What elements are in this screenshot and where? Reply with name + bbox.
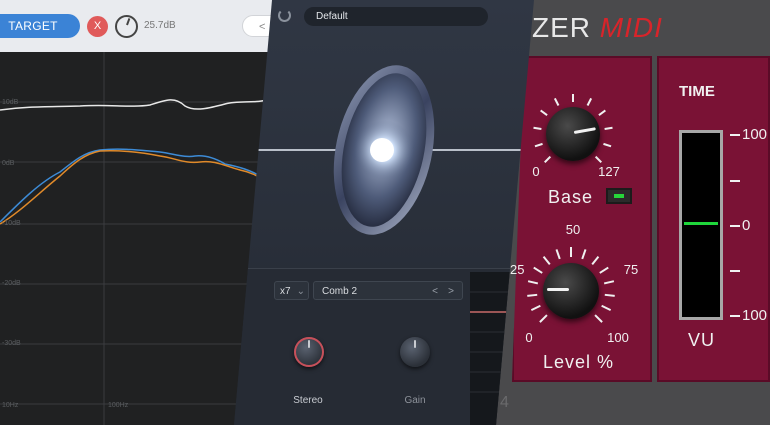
- grid-label: 10dB: [2, 99, 19, 106]
- knob-tick: [544, 155, 552, 163]
- base-toggle-led[interactable]: [606, 188, 632, 204]
- target-button[interactable]: TARGET: [0, 14, 80, 38]
- stereo-knob[interactable]: [294, 337, 324, 367]
- knob-tick: [604, 293, 615, 297]
- voices-select[interactable]: x7 ⌄: [274, 281, 309, 300]
- knob-tick: [539, 314, 548, 323]
- knob-tick: [534, 142, 543, 148]
- back-button[interactable]: <: [242, 15, 272, 37]
- chevron-down-icon: ⌄: [296, 286, 305, 297]
- preset-selector[interactable]: Default: [304, 7, 488, 26]
- knob-tick: [599, 266, 609, 274]
- time-label: TIME: [679, 83, 715, 100]
- close-button[interactable]: X: [87, 16, 108, 37]
- knob-tick: [555, 249, 561, 260]
- vu-tick: [730, 134, 740, 136]
- knob-tick: [603, 280, 615, 285]
- reload-icon[interactable]: [278, 9, 291, 22]
- vu-label: VU: [688, 330, 716, 350]
- base-max-label: 127: [598, 164, 620, 179]
- vu-scale-label: 100: [742, 126, 768, 143]
- stereo-label: Stereo: [293, 395, 323, 406]
- knob-tick: [594, 155, 602, 163]
- target-curve: [0, 98, 272, 111]
- eq-panel: TARGET X 25.7dB < 10dB 0dB -10dB -20dB -…: [0, 0, 272, 425]
- knob-tick: [527, 280, 539, 285]
- grid-label: 0dB: [2, 160, 15, 167]
- level-knob[interactable]: [115, 15, 138, 38]
- knob-tick: [601, 304, 612, 311]
- freq-label: 100Hz: [108, 402, 129, 409]
- level-tick-0: 0: [525, 330, 533, 345]
- gain-label: Gain: [404, 395, 426, 406]
- level-tick-75: 75: [623, 262, 639, 277]
- base-label: Base: [548, 187, 594, 207]
- vu-meter: [679, 130, 723, 320]
- knob-tick: [598, 109, 606, 116]
- base-min-label: 0: [532, 164, 540, 179]
- level-tick-50: 50: [565, 222, 581, 237]
- knob-tick: [604, 126, 613, 130]
- knob-tick: [586, 97, 593, 106]
- next-arrow-icon[interactable]: >: [448, 282, 454, 301]
- level-knob[interactable]: [543, 263, 599, 319]
- vu-tick: [730, 270, 740, 272]
- level-tick-25: 25: [510, 262, 524, 277]
- knob-tick: [553, 97, 560, 106]
- vu-tick: [730, 180, 740, 182]
- knob-tick: [594, 314, 603, 323]
- freq-label: 10Hz: [2, 402, 19, 409]
- prev-arrow-icon[interactable]: <: [432, 282, 438, 301]
- background-number: 4: [500, 394, 509, 411]
- grid-label: -20dB: [2, 280, 21, 287]
- brand-logo: ZER MIDI: [532, 12, 663, 43]
- knob-tick: [581, 249, 587, 260]
- vu-tick: [730, 225, 740, 227]
- knob-tick: [591, 255, 600, 266]
- vu-scale-label: 100: [742, 307, 768, 324]
- knob-tick: [533, 266, 543, 274]
- level-tick-100: 100: [607, 330, 629, 345]
- knob-tick: [542, 255, 551, 266]
- knob-tick: [603, 142, 612, 148]
- knob-tick: [540, 109, 548, 116]
- gain-knob[interactable]: [400, 337, 430, 367]
- measured-curve-blue: [0, 148, 263, 223]
- grid-label: -30dB: [2, 340, 21, 347]
- vu-tick: [730, 315, 740, 317]
- eq-toolbar: TARGET X 25.7dB <: [0, 0, 272, 52]
- grid-label: -10dB: [2, 220, 21, 227]
- knob-tick: [533, 126, 542, 130]
- plugin-panel: Default x7 ⌄ Comb 2 < > Stereo Gain: [234, 0, 534, 425]
- vu-scale-label: 0: [742, 217, 751, 234]
- mode-select[interactable]: Comb 2 < >: [313, 281, 463, 300]
- eq-graph[interactable]: [0, 52, 272, 425]
- resonator-visual: [254, 65, 524, 235]
- db-readout: 25.7dB: [144, 20, 176, 31]
- base-knob[interactable]: [546, 107, 600, 161]
- level-label: Level %: [543, 352, 615, 372]
- knob-tick: [527, 293, 538, 297]
- knob-tick: [530, 304, 541, 311]
- vu-level-bar: [684, 222, 718, 225]
